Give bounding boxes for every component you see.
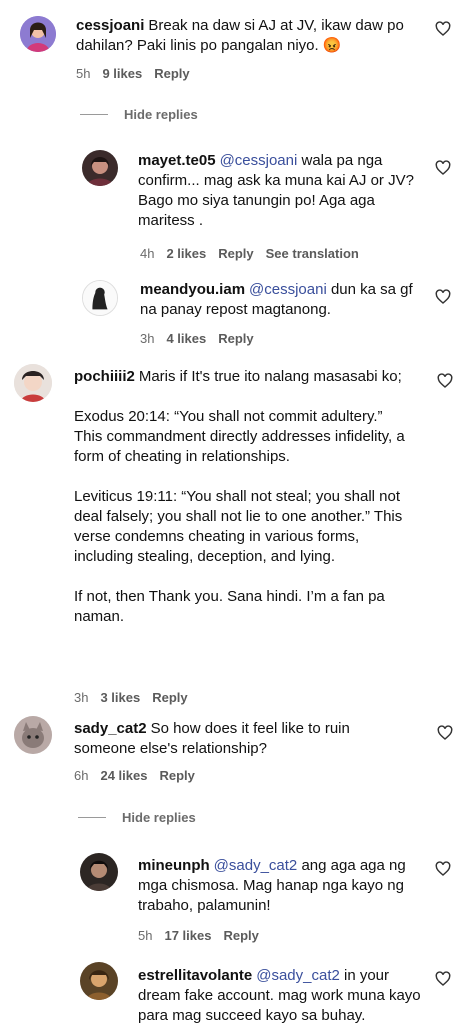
reply-button[interactable]: Reply	[159, 768, 194, 783]
avatar[interactable]	[14, 716, 52, 754]
hide-replies-button[interactable]: Hide replies	[80, 107, 198, 122]
like-heart-icon[interactable]	[437, 725, 453, 741]
comment-paragraph: Leviticus 19:11: “You shall not steal; y…	[74, 488, 403, 565]
comment-likes[interactable]: 17 likes	[164, 928, 211, 943]
divider	[80, 114, 108, 115]
mention-link[interactable]: @cessjoani	[249, 281, 327, 298]
comment-username[interactable]: sady_cat2	[74, 720, 147, 737]
reply-button[interactable]: Reply	[154, 66, 189, 81]
like-heart-icon[interactable]	[435, 861, 451, 877]
comment-likes[interactable]: 2 likes	[166, 246, 206, 261]
like-heart-icon[interactable]	[435, 971, 451, 987]
comment-username[interactable]: pochiiii2	[74, 368, 135, 385]
divider	[78, 817, 106, 818]
mention-link[interactable]: @sady_cat2	[256, 967, 340, 984]
comment-time: 5h	[138, 928, 153, 943]
like-heart-icon[interactable]	[435, 289, 451, 305]
comment-username[interactable]: mineunph	[138, 857, 210, 874]
comment-username[interactable]: meandyou.iam	[140, 281, 245, 298]
comment-likes[interactable]: 9 likes	[102, 66, 142, 81]
comment-time: 4h	[140, 246, 155, 261]
comment-time: 6h	[74, 768, 89, 783]
like-heart-icon[interactable]	[435, 160, 451, 176]
mention-link[interactable]: @sady_cat2	[214, 857, 298, 874]
avatar[interactable]	[14, 364, 52, 402]
hide-replies-label[interactable]: Hide replies	[124, 107, 198, 122]
comment-time: 3h	[140, 331, 155, 346]
reply-button[interactable]: Reply	[223, 928, 258, 943]
avatar[interactable]	[80, 853, 118, 891]
see-translation-button[interactable]: See translation	[266, 246, 359, 261]
comment-likes[interactable]: 24 likes	[100, 768, 147, 783]
comment-likes[interactable]: 3 likes	[100, 690, 140, 705]
reply-button[interactable]: Reply	[218, 331, 253, 346]
comment-paragraph: If not, then Thank you. Sana hindi. I’m …	[74, 588, 385, 625]
comment-username[interactable]: mayet.te05	[138, 152, 216, 169]
like-heart-icon[interactable]	[435, 21, 451, 37]
comment-paragraph: Exodus 20:14: “You shall not commit adul…	[74, 408, 405, 465]
reply-button[interactable]: Reply	[152, 690, 187, 705]
comment-time: 5h	[76, 66, 91, 81]
comment-text: Maris if It's true ito nalang masasabi k…	[138, 368, 402, 385]
hide-replies-button[interactable]: Hide replies	[78, 810, 196, 825]
mention-link[interactable]: @cessjoani	[220, 152, 298, 169]
comment-username[interactable]: cessjoani	[76, 17, 144, 34]
avatar[interactable]	[80, 962, 118, 1000]
hide-replies-label[interactable]: Hide replies	[122, 810, 196, 825]
comment-likes[interactable]: 4 likes	[166, 331, 206, 346]
avatar[interactable]	[82, 150, 118, 186]
reply-button[interactable]: Reply	[218, 246, 253, 261]
comment-time: 3h	[74, 690, 89, 705]
avatar[interactable]	[20, 16, 56, 52]
avatar[interactable]	[82, 280, 118, 316]
like-heart-icon[interactable]	[437, 373, 453, 389]
comment-username[interactable]: estrellitavolante	[138, 967, 252, 984]
